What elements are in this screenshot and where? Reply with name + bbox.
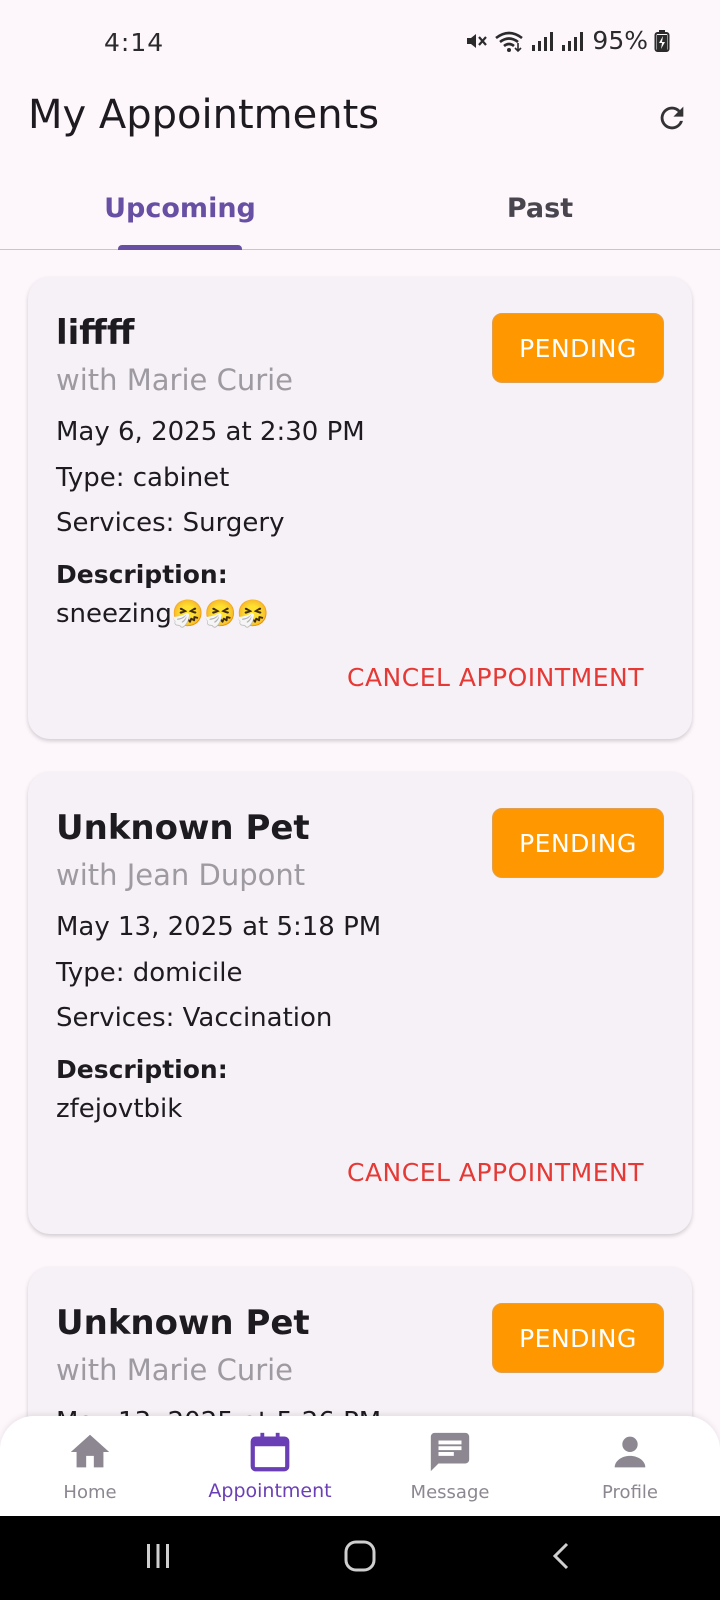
refresh-button[interactable] <box>650 98 694 142</box>
mute-icon <box>464 29 488 53</box>
appointment-type: Type: cabinet <box>56 463 230 493</box>
tab-past[interactable]: Past <box>360 168 720 248</box>
bottom-navigation: Home Appointment Message Profile <box>0 1416 720 1516</box>
vet-name: with Marie Curie <box>56 363 294 397</box>
tab-bar: Upcoming Past <box>0 168 720 250</box>
cancel-appointment-button[interactable]: CANCEL APPOINTMENT <box>347 1150 644 1195</box>
appointment-type: Type: domicile <box>56 958 243 988</box>
recent-apps-icon <box>142 1540 174 1576</box>
page-title: My Appointments <box>28 92 380 138</box>
pet-name: liffff <box>56 313 135 353</box>
nav-message[interactable]: Message <box>360 1416 540 1516</box>
description-label: Description: <box>56 560 228 589</box>
back-icon <box>546 1540 578 1576</box>
status-badge: PENDING <box>492 313 664 383</box>
app-bar: My Appointments <box>0 88 720 168</box>
pet-name: Unknown Pet <box>56 808 310 848</box>
status-icons: 95% <box>464 26 670 55</box>
tab-upcoming[interactable]: Upcoming <box>0 168 360 248</box>
description-text: sneezing🤧🤧🤧 <box>56 599 269 629</box>
home-icon <box>66 1428 114 1476</box>
signal-icon <box>530 29 554 53</box>
battery-charging-icon <box>654 29 670 53</box>
description-label: Description: <box>56 1055 228 1084</box>
person-icon <box>606 1428 654 1476</box>
appointment-list[interactable]: liffff with Marie Curie May 6, 2025 at 2… <box>0 250 720 1420</box>
refresh-icon <box>655 101 689 139</box>
appointment-card: Unknown Pet with Jean Dupont May 13, 202… <box>28 772 692 1234</box>
vet-name: with Jean Dupont <box>56 858 306 892</box>
home-circle-icon <box>342 1538 378 1578</box>
nav-label: Message <box>410 1482 490 1503</box>
signal-icon <box>560 29 584 53</box>
pet-name: Unknown Pet <box>56 1303 310 1343</box>
nav-label: Home <box>63 1482 117 1503</box>
calendar-icon <box>246 1428 294 1476</box>
battery-percentage: 95% <box>592 26 648 55</box>
appointment-datetime: May 6, 2025 at 2:30 PM <box>56 417 365 447</box>
vet-name: with Marie Curie <box>56 1353 294 1387</box>
status-badge: PENDING <box>492 808 664 878</box>
home-system-button[interactable] <box>338 1536 382 1580</box>
nav-home[interactable]: Home <box>0 1416 180 1516</box>
wifi-icon <box>494 29 524 53</box>
nav-appointment[interactable]: Appointment <box>180 1416 360 1516</box>
nav-label: Appointment <box>208 1480 332 1502</box>
recent-apps-button[interactable] <box>136 1536 180 1580</box>
appointment-services: Services: Surgery <box>56 508 285 538</box>
description-text: zfejovtbik <box>56 1094 183 1124</box>
nav-profile[interactable]: Profile <box>540 1416 720 1516</box>
appointment-services: Services: Vaccination <box>56 1003 333 1033</box>
message-icon <box>426 1428 474 1476</box>
nav-label: Profile <box>602 1482 658 1503</box>
status-badge: PENDING <box>492 1303 664 1373</box>
appointment-card: liffff with Marie Curie May 6, 2025 at 2… <box>28 277 692 739</box>
status-time: 4:14 <box>104 28 165 57</box>
back-button[interactable] <box>540 1536 584 1580</box>
appointment-datetime: May 13, 2025 at 5:18 PM <box>56 912 382 942</box>
appointment-card: Unknown Pet with Marie Curie May 13, 202… <box>28 1267 692 1420</box>
status-bar: 4:14 95% <box>0 0 720 88</box>
system-navigation-bar <box>0 1516 720 1600</box>
cancel-appointment-button[interactable]: CANCEL APPOINTMENT <box>347 655 644 700</box>
